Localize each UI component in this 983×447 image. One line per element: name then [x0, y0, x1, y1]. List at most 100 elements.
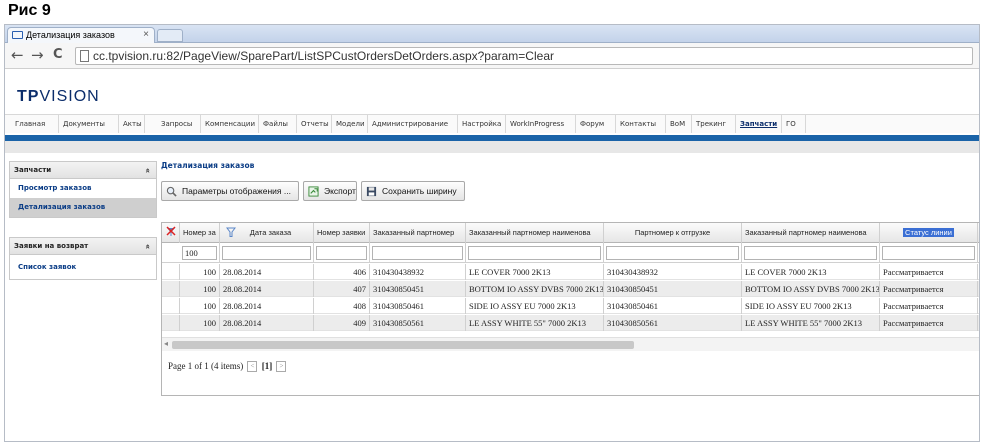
table-cell: Рассматривается — [880, 264, 978, 280]
close-tab-icon[interactable]: × — [143, 28, 149, 42]
table-cell: LE ASSY WHITE 55" 7000 2K13 — [466, 315, 604, 331]
table-row[interactable]: 100 28.08.2014 407 310430850451 BOTTOM IO AS… — [162, 281, 979, 297]
address-bar[interactable]: cc.tpvision.ru:82/PageView/SparePart/Lis… — [75, 47, 973, 65]
column-filter-input[interactable] — [744, 246, 877, 260]
nav-item[interactable]: ГО — [782, 115, 806, 133]
column-filter-input[interactable] — [372, 246, 463, 260]
column-filter-input[interactable] — [882, 246, 975, 260]
table-cell: 28.08.2014 — [220, 315, 314, 331]
panel-header[interactable]: Заявки на возврат » — [10, 238, 156, 255]
nav-item[interactable]: Модели — [332, 115, 368, 133]
collapse-icon[interactable]: » — [139, 168, 156, 173]
col-header-request-no[interactable]: Номер заявки — [314, 223, 370, 243]
horizontal-scrollbar[interactable]: ◂ — [162, 337, 979, 351]
grid-pager: Page 1 of 1 (4 items) < [1] > — [168, 361, 288, 373]
nav-item[interactable]: Форум — [576, 115, 616, 133]
nav-item[interactable]: Трекинг — [692, 115, 736, 133]
table-cell: С — [978, 264, 979, 280]
filter-cell: 100 — [180, 243, 220, 263]
page-title: Детализация заказов — [161, 161, 255, 170]
logo-rest: VISION — [39, 88, 100, 105]
pager-summary: Page 1 of 1 (4 items) — [168, 361, 244, 371]
clear-filter-icon[interactable] — [166, 226, 176, 238]
pager-prev-button[interactable]: < — [247, 361, 258, 373]
nav-item[interactable]: Файлы — [259, 115, 297, 133]
table-row[interactable]: 100 28.08.2014 406 310430438932 LE COVER 700… — [162, 264, 979, 280]
sidebar-item-request-list[interactable]: Список заявок — [10, 255, 156, 279]
column-filter-input[interactable] — [606, 246, 739, 260]
column-filter-input[interactable] — [222, 246, 311, 260]
table-cell: 409 — [314, 315, 370, 331]
display-params-button[interactable]: Параметры отображения ... — [161, 181, 299, 201]
nav-item[interactable]: Запчасти — [736, 115, 782, 133]
nav-item[interactable]: Запросы — [157, 115, 201, 133]
table-cell: Рассматривается — [880, 315, 978, 331]
tpvision-logo[interactable]: TPVISION — [17, 88, 100, 106]
panel-header[interactable]: Запчасти » — [10, 162, 156, 179]
filter-cell — [220, 243, 314, 263]
excel-export-icon — [308, 186, 319, 197]
new-tab-button[interactable] — [157, 29, 183, 42]
table-row[interactable]: 100 28.08.2014 409 310430850561 LE ASSY WHIT… — [162, 315, 979, 331]
nav-item[interactable]: Контакты — [616, 115, 666, 133]
nav-item[interactable]: Отчеты — [297, 115, 332, 133]
panel-title: Запчасти — [14, 166, 52, 174]
export-button[interactable]: Экспорт — [303, 181, 357, 201]
col-header-order-date[interactable]: Дата заказа — [220, 223, 314, 243]
filter-cell — [978, 243, 979, 263]
filter-cell — [314, 243, 370, 263]
col-header-line-status[interactable]: Статус линии — [880, 223, 978, 243]
monitor-icon — [12, 31, 23, 39]
nav-item[interactable]: Документы — [59, 115, 119, 133]
col-header-ordered-partname[interactable]: Заказанный партномер наименова — [466, 223, 604, 243]
column-filter-input[interactable] — [468, 246, 601, 260]
column-filter-input[interactable] — [316, 246, 367, 260]
grid-header-row: Номер за Дата заказа Номер заявки Заказа… — [162, 223, 979, 243]
nav-item[interactable]: Администрирование — [368, 115, 458, 133]
nav-item[interactable]: Главная — [11, 115, 59, 133]
column-filter-input[interactable]: 100 — [182, 246, 217, 260]
pager-next-button[interactable]: > — [276, 361, 287, 373]
col-header-ordered-partno[interactable]: Заказанный партномер — [370, 223, 466, 243]
table-cell: SIDE IO ASSY EU 7000 2K13 — [742, 298, 880, 314]
browser-tab[interactable]: Детализация заказов × — [7, 27, 155, 43]
tab-strip: Детализация заказов × — [5, 25, 979, 43]
floppy-disk-icon — [366, 186, 377, 197]
nav-item[interactable]: Настройка — [458, 115, 506, 133]
scroll-left-icon[interactable]: ◂ — [164, 339, 168, 348]
export-label: Экспорт — [324, 186, 356, 196]
sidebar-panel-parts: Запчасти » Просмотр заказов Детализация … — [9, 161, 157, 218]
sidebar-item-view-orders[interactable]: Просмотр заказов — [10, 179, 156, 198]
row-indicator-cell — [162, 281, 180, 297]
col-header-order-no[interactable]: Номер за — [180, 223, 220, 243]
nav-item[interactable]: BoM — [666, 115, 692, 133]
row-indicator-cell — [162, 298, 180, 314]
back-button[interactable]: ← — [11, 46, 24, 64]
reload-button[interactable]: C — [53, 47, 63, 62]
table-row[interactable]: 100 28.08.2014 408 310430850461 SIDE IO ASSY… — [162, 298, 979, 314]
table-cell: LE ASSY WHITE 55" 7000 2K13 — [742, 315, 880, 331]
collapse-icon[interactable]: » — [139, 244, 156, 249]
sidebar-panel-returns: Заявки на возврат » Список заявок — [9, 237, 157, 280]
forward-button[interactable]: → — [31, 46, 44, 64]
sidebar-item-order-details[interactable]: Детализация заказов — [10, 198, 156, 217]
col-header-ordered-partname-2[interactable]: Заказанный партномер наименова — [742, 223, 880, 243]
table-cell: Рассматривается — [880, 298, 978, 314]
filter-funnel-icon — [226, 227, 236, 237]
nav-item[interactable]: WorkInProgress — [506, 115, 576, 133]
table-cell: 408 — [314, 298, 370, 314]
scrollbar-thumb[interactable] — [172, 341, 634, 349]
display-params-label: Параметры отображения ... — [182, 186, 291, 196]
table-cell: Рассматривается — [880, 281, 978, 297]
table-cell: 310430850461 — [604, 298, 742, 314]
clear-filter-cell[interactable] — [162, 223, 180, 243]
filter-cell — [466, 243, 604, 263]
pager-current-page[interactable]: [1] — [262, 361, 273, 371]
save-width-button[interactable]: Сохранить ширину — [361, 181, 465, 201]
table-cell: 310430850561 — [370, 315, 466, 331]
col-header-ship-partno[interactable]: Партномер к отгрузке — [604, 223, 742, 243]
panel-title: Заявки на возврат — [14, 242, 89, 250]
nav-item[interactable]: Компенсации — [201, 115, 259, 133]
nav-item[interactable]: Акты — [119, 115, 145, 133]
table-cell: 310430850451 — [604, 281, 742, 297]
